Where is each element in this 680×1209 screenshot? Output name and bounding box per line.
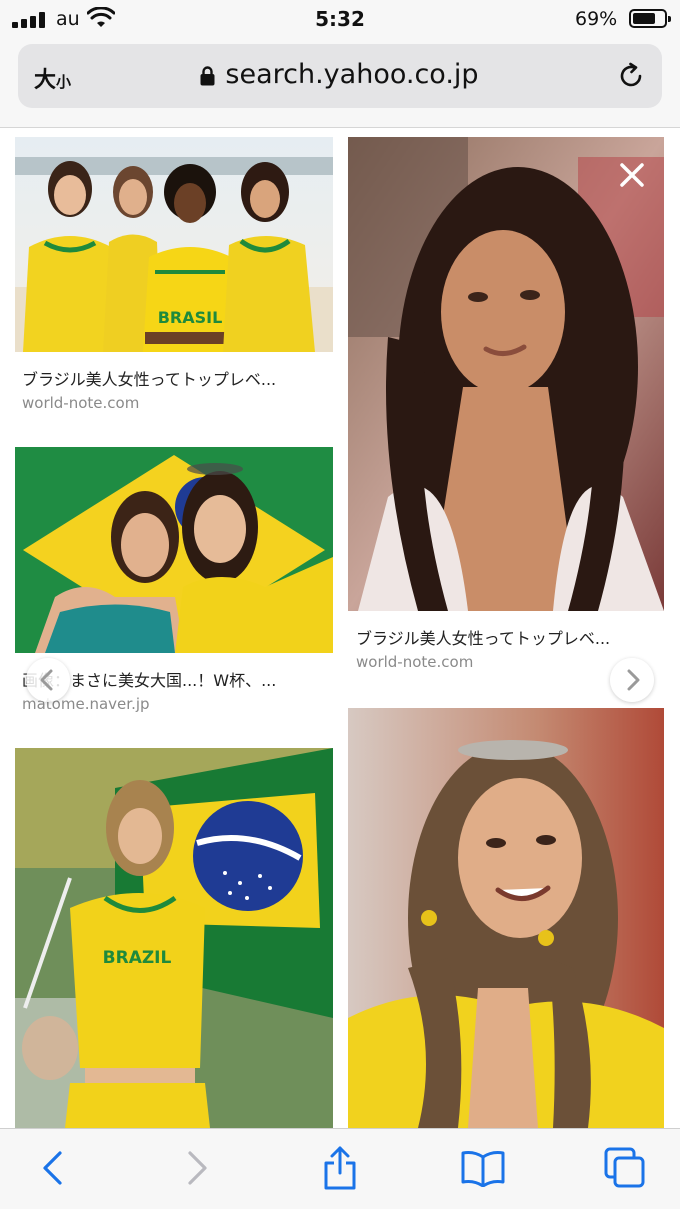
browser-header: 大小 search.yahoo.co.jp xyxy=(0,40,680,128)
result-image-3[interactable] xyxy=(15,447,333,653)
result-image-2[interactable] xyxy=(348,137,664,611)
result-caption-2[interactable]: ブラジル美人女性ってトップレベ... xyxy=(356,625,610,649)
result-image-4[interactable]: BRAZIL xyxy=(15,748,333,1128)
jersey-text-brasil: BRASIL xyxy=(158,308,223,327)
battery-icon xyxy=(629,9,671,28)
battery-percent: 69% xyxy=(575,8,618,30)
status-bar: au 5:32 69% xyxy=(0,0,680,40)
result-image-1[interactable]: BRASIL xyxy=(15,137,333,352)
result-domain-1: world-note.com xyxy=(22,394,140,412)
previous-image-button[interactable] xyxy=(26,658,70,702)
chevron-left-icon xyxy=(43,1151,62,1185)
jersey-text-brazil: BRAZIL xyxy=(103,948,172,968)
forward-button[interactable] xyxy=(172,1143,222,1193)
share-button[interactable] xyxy=(315,1143,365,1193)
chevron-left-icon xyxy=(40,669,53,691)
bookmarks-button[interactable] xyxy=(458,1143,508,1193)
url-text[interactable]: search.yahoo.co.jp xyxy=(18,59,662,90)
next-image-button[interactable] xyxy=(610,658,654,702)
result-image-5[interactable] xyxy=(348,708,664,1128)
book-icon xyxy=(461,1151,505,1187)
chevron-right-icon xyxy=(188,1151,207,1185)
result-caption-1[interactable]: ブラジル美人女性ってトップレベ... xyxy=(22,366,276,390)
share-icon xyxy=(324,1146,356,1190)
chevron-right-icon xyxy=(627,669,640,691)
address-bar[interactable]: 大小 search.yahoo.co.jp xyxy=(18,44,662,108)
tabs-icon xyxy=(604,1147,645,1188)
reload-icon[interactable] xyxy=(616,61,646,91)
tabs-button[interactable] xyxy=(600,1143,650,1193)
back-button[interactable] xyxy=(28,1143,78,1193)
image-results: BRASIL ブラジル美人女性ってトップレベ... world-note.com xyxy=(0,129,680,1128)
close-icon[interactable] xyxy=(614,157,650,193)
result-domain-2: world-note.com xyxy=(356,653,474,671)
browser-toolbar xyxy=(0,1128,680,1209)
